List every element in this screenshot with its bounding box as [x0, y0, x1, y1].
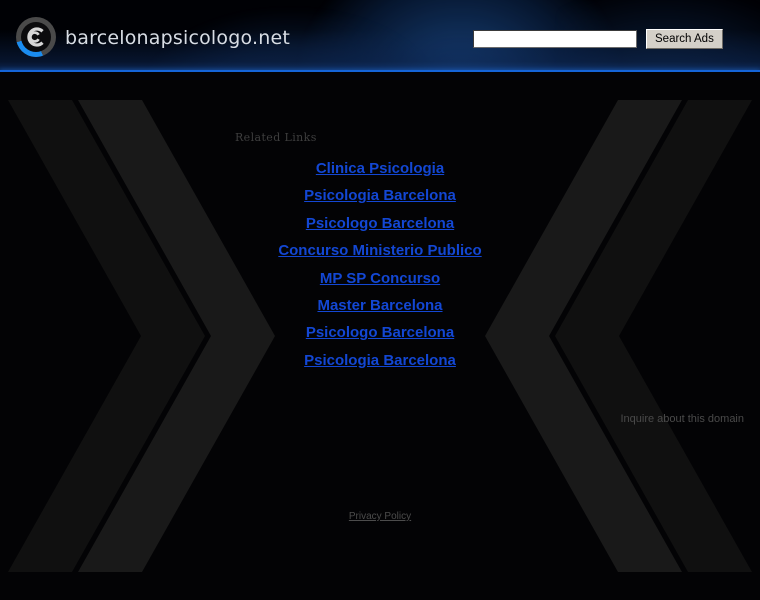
search-ads-button[interactable]: Search Ads [646, 29, 723, 49]
related-link[interactable]: MP SP Concurso [0, 265, 760, 292]
related-link[interactable]: Psicologia Barcelona [0, 347, 760, 374]
related-links-heading: Related Links [235, 131, 317, 144]
site-logo[interactable] [16, 17, 56, 57]
search-input[interactable] [473, 30, 637, 48]
privacy-policy-link[interactable]: Privacy Policy [349, 511, 411, 522]
related-link[interactable]: Master Barcelona [0, 292, 760, 319]
site-header: barcelonapsicologo.net Search Ads [0, 0, 760, 72]
footer: Privacy Policy [0, 506, 760, 524]
parked-domain-page: barcelonapsicologo.net Search Ads Relate… [0, 0, 760, 600]
related-links-list: Clinica Psicologia Psicologia Barcelona … [0, 155, 760, 374]
related-link[interactable]: Psicologia Barcelona [0, 182, 760, 209]
related-link[interactable]: Psicologo Barcelona [0, 210, 760, 237]
related-link[interactable]: Concurso Ministerio Publico [0, 237, 760, 264]
inquire-about-domain-link[interactable]: Inquire about this domain [0, 413, 744, 425]
related-link[interactable]: Psicologo Barcelona [0, 319, 760, 346]
related-link[interactable]: Clinica Psicologia [0, 155, 760, 182]
logo-c-glyph-icon [27, 27, 44, 47]
header-divider [0, 70, 760, 72]
page-title: barcelonapsicologo.net [65, 27, 291, 49]
